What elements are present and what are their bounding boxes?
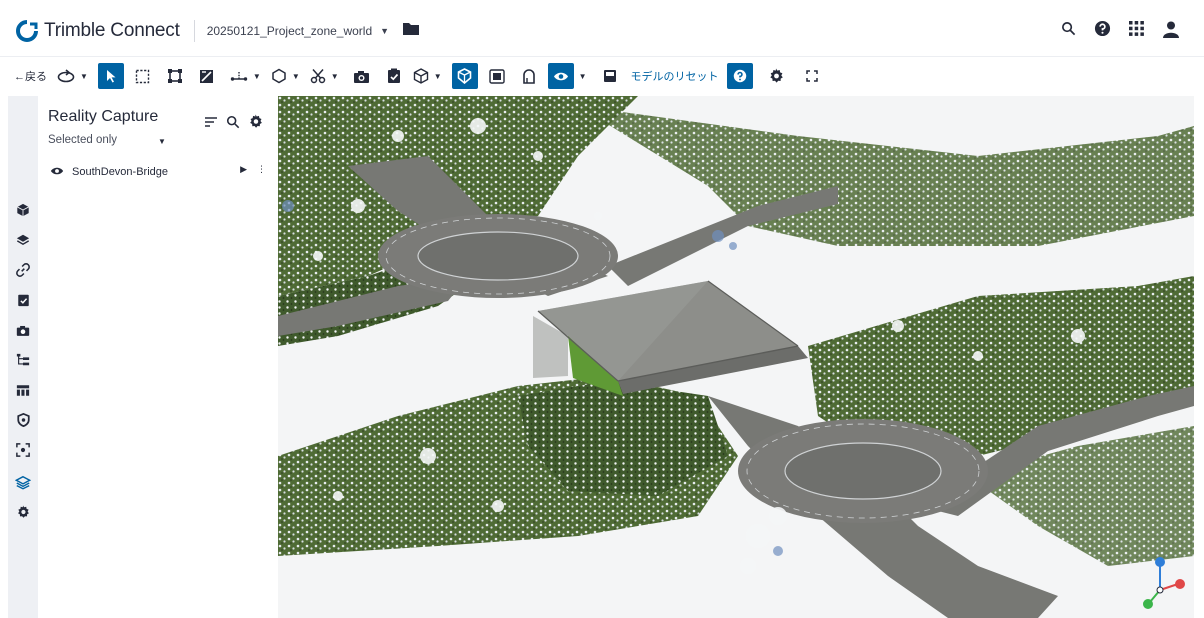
- point-cloud-scene: [278, 96, 1194, 618]
- clip-arch-button[interactable]: [516, 63, 542, 89]
- project-selector[interactable]: 20250121_Project_zone_world ▼: [207, 24, 389, 38]
- tree-structure-icon[interactable]: [15, 352, 31, 368]
- eye-icon: [553, 72, 568, 80]
- cube-outline-icon: [413, 68, 428, 84]
- help-icon[interactable]: [1094, 20, 1111, 42]
- list-item[interactable]: SouthDevon-Bridge ▶ ⋮: [50, 164, 270, 180]
- axis-gizmo-icon[interactable]: [1138, 554, 1188, 614]
- 3d-viewport[interactable]: [278, 96, 1194, 618]
- checklist-icon[interactable]: [15, 292, 31, 308]
- orbit-icon: [57, 69, 75, 83]
- chevron-down-icon: ▼: [330, 71, 339, 81]
- gear-icon: [769, 68, 783, 83]
- ghost-mode-button[interactable]: [451, 63, 478, 89]
- orbit-tool-button[interactable]: ▼: [57, 63, 88, 89]
- reset-model-button[interactable]: モデルのリセット: [631, 68, 719, 84]
- main-toolbar: ←戻る ▼ ▼ ▼ ▼ ▼ ▼ モデルのリセット: [0, 56, 1204, 95]
- camera-icon[interactable]: [15, 322, 31, 338]
- compare-button[interactable]: [484, 63, 510, 89]
- chevron-down-icon: ▼: [80, 71, 88, 81]
- search-icon[interactable]: [1061, 21, 1076, 41]
- reality-capture-panel: Reality Capture Selected only ▼ SouthDev…: [38, 96, 279, 618]
- chevron-down-icon: ▼: [578, 71, 587, 81]
- toolbar-help-button[interactable]: [726, 63, 753, 89]
- toolbar-settings-button[interactable]: [763, 63, 789, 89]
- apps-grid-icon[interactable]: [1129, 21, 1144, 41]
- focus-frame-icon[interactable]: [15, 442, 31, 458]
- filter-select[interactable]: Selected only: [48, 134, 117, 146]
- scissors-icon: [310, 69, 326, 84]
- cube-icon[interactable]: [15, 202, 31, 218]
- dashed-box-icon: [136, 69, 150, 83]
- camera-add-icon: [354, 70, 370, 83]
- chevron-down-icon: ▼: [291, 71, 300, 81]
- section-box-button[interactable]: [162, 63, 188, 89]
- more-vertical-icon[interactable]: ⋮: [257, 164, 266, 175]
- table-icon[interactable]: [15, 382, 31, 398]
- section-plane-button[interactable]: [194, 63, 220, 89]
- section-box-icon: [167, 69, 182, 83]
- chevron-down-icon: ▼: [433, 71, 442, 81]
- fullscreen-button[interactable]: [799, 63, 825, 89]
- project-name: 20250121_Project_zone_world: [206, 24, 373, 38]
- link-icon[interactable]: [15, 262, 31, 278]
- item-label: SouthDevon-Bridge: [72, 166, 169, 178]
- item-actions: ▶ ⋮: [240, 164, 266, 175]
- divider: [193, 20, 195, 42]
- panel-tools: [204, 114, 263, 134]
- storage-button[interactable]: [597, 63, 623, 89]
- user-icon[interactable]: [1162, 20, 1180, 43]
- chevron-right-icon[interactable]: ▶: [240, 164, 247, 175]
- eye-icon[interactable]: [50, 163, 64, 181]
- issue-button[interactable]: [381, 63, 407, 89]
- cut-tool-button[interactable]: ▼: [310, 63, 339, 89]
- chevron-down-icon: ▼: [252, 71, 261, 81]
- arch-icon: [522, 69, 535, 84]
- chevron-down-icon[interactable]: ▼: [158, 137, 166, 146]
- sort-icon[interactable]: [204, 115, 218, 133]
- cursor-icon: [106, 70, 116, 83]
- brand-name: Trimble Connect: [44, 20, 180, 41]
- help-icon: [733, 69, 746, 83]
- top-right-actions: [1061, 8, 1180, 54]
- left-icon-bar: [8, 96, 38, 618]
- eye-active-wrap: [547, 63, 574, 89]
- select-tool-button[interactable]: [97, 63, 124, 89]
- gear-icon[interactable]: [15, 504, 31, 520]
- drive-icon: [603, 70, 616, 82]
- top-bar: Trimble Connect 20250121_Project_zone_wo…: [0, 8, 1204, 54]
- search-icon[interactable]: [226, 115, 240, 134]
- visibility-toggle-button[interactable]: ▼: [547, 63, 587, 89]
- brand[interactable]: Trimble Connect: [16, 20, 180, 42]
- folder-icon[interactable]: [403, 22, 420, 40]
- trimble-logo-icon: [16, 20, 38, 42]
- fullscreen-icon: [805, 70, 818, 82]
- reality-capture-icon[interactable]: [15, 474, 31, 490]
- box-select-button[interactable]: [130, 63, 156, 89]
- measure-icon: [230, 72, 248, 81]
- back-button[interactable]: ←戻る: [14, 63, 47, 89]
- clipboard-check-icon: [387, 68, 400, 83]
- overlay-icon: [488, 68, 505, 84]
- shield-icon[interactable]: [15, 412, 31, 428]
- gear-icon[interactable]: [248, 114, 263, 134]
- measure-tool-button[interactable]: ▼: [230, 63, 261, 89]
- shield-cube-icon: [457, 68, 472, 84]
- hexagon-icon: [272, 68, 286, 84]
- layers-icon[interactable]: [15, 232, 31, 248]
- section-plane-icon: [200, 69, 214, 83]
- panel-title: Reality Capture: [48, 108, 159, 125]
- object-view-button[interactable]: ▼: [413, 63, 442, 89]
- chevron-down-icon: ▼: [380, 26, 390, 36]
- markup-shape-button[interactable]: ▼: [271, 63, 300, 89]
- snapshot-button[interactable]: [349, 63, 375, 89]
